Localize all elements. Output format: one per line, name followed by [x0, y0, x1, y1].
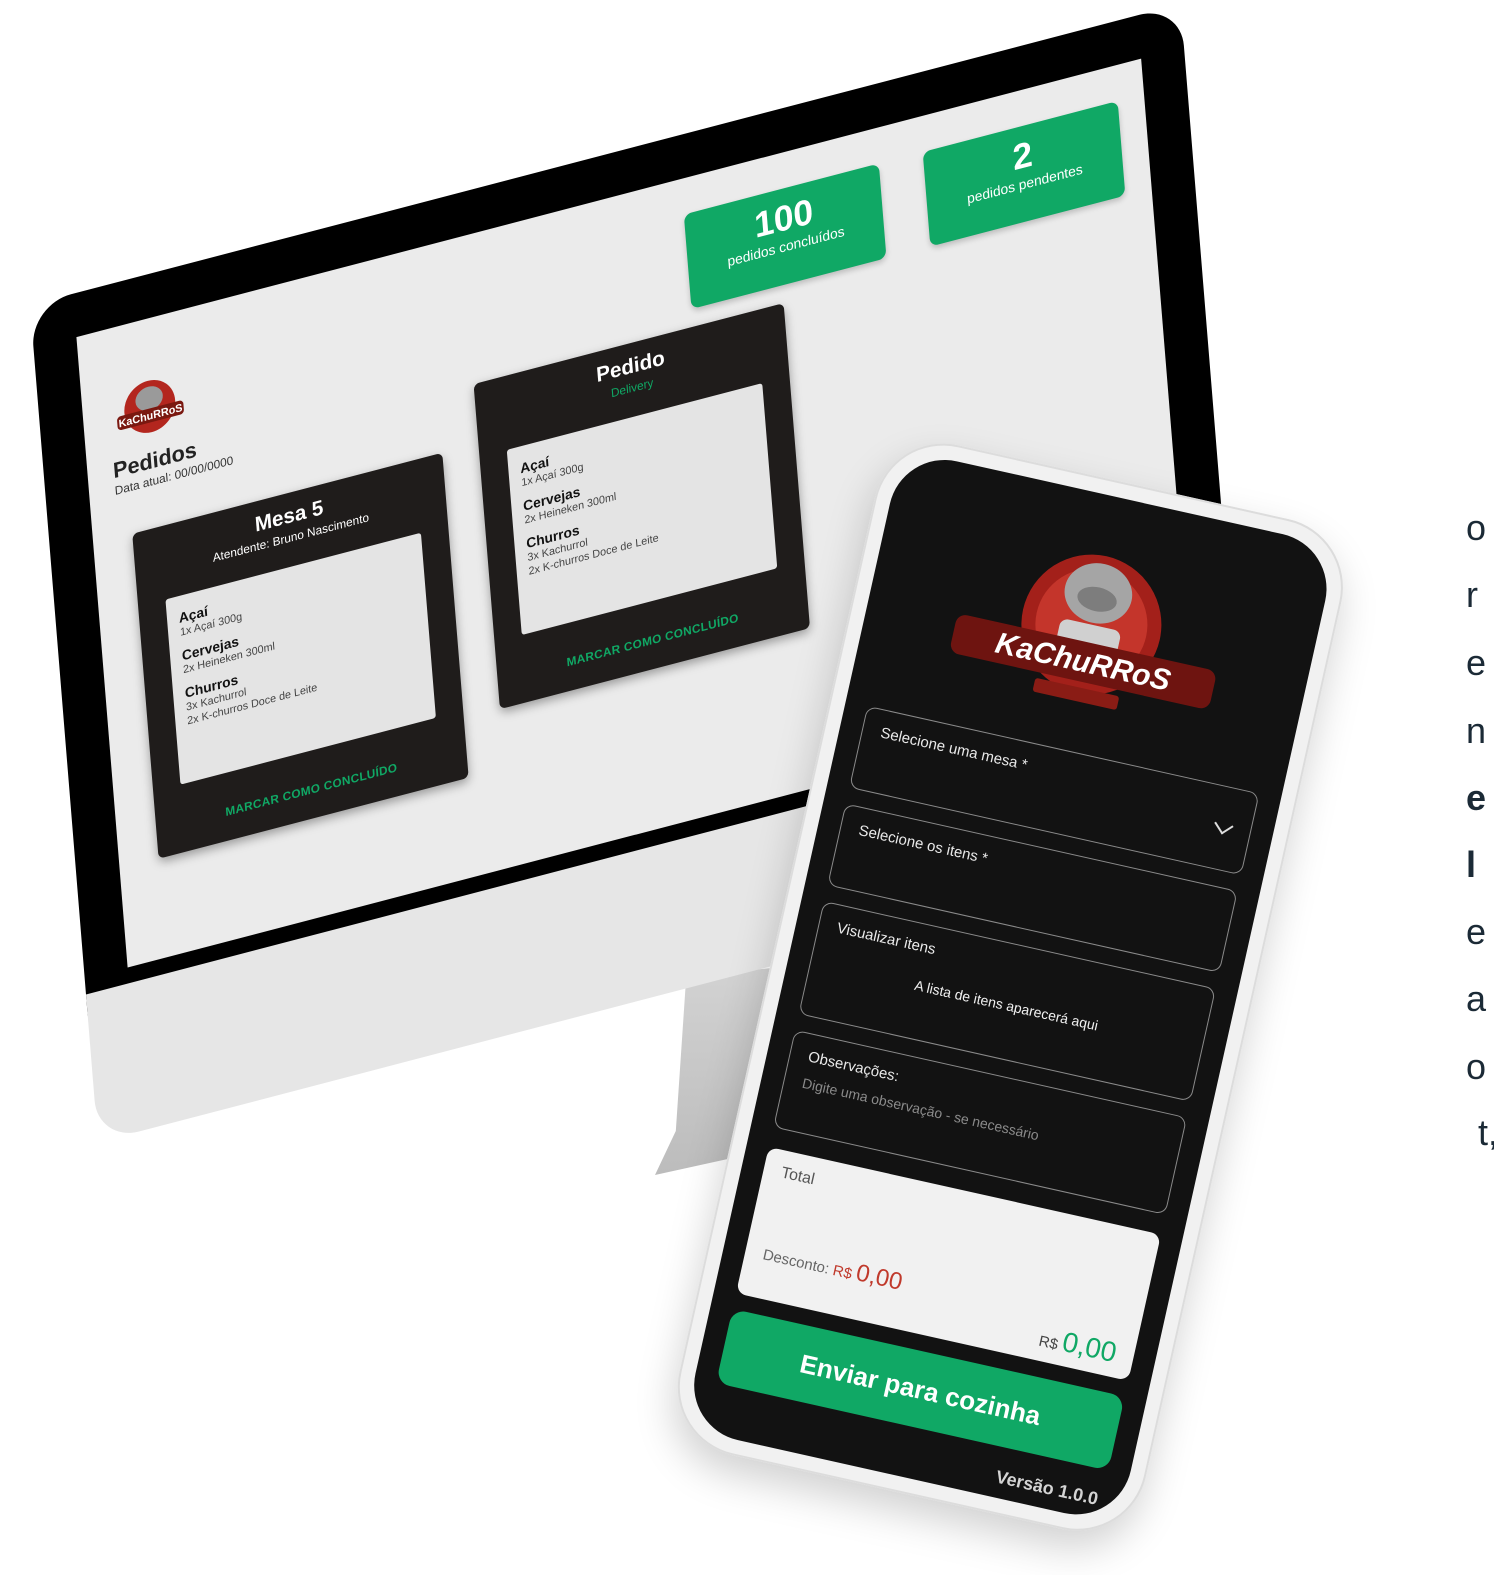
discount-label: Desconto: [761, 1246, 831, 1278]
stat-completed: 100 pedidos concluídos [683, 163, 887, 310]
table-select-label: Selecione uma mesa * [878, 724, 1030, 774]
discount-line: Desconto: R$ 0,00 [761, 1239, 905, 1297]
order-items: Açaí 1x Açaí 300g Cervejas 2x Heineken 3… [165, 532, 436, 785]
side-copy-fragment: o [1466, 1046, 1487, 1087]
side-copy-fragment: l [1466, 844, 1477, 885]
order-items: Açaí 1x Açaí 300g Cervejas 2x Heineken 3… [506, 383, 778, 636]
side-copy-fragment: t, [1478, 1112, 1494, 1153]
side-copy-fragment: n [1466, 710, 1487, 751]
side-copy-fragment: e [1466, 642, 1487, 683]
side-copy-fragment: o [1466, 507, 1487, 548]
discount-value: 0,00 [853, 1259, 906, 1296]
chevron-down-icon[interactable] [1214, 815, 1234, 835]
side-copy-fragment: e [1466, 911, 1487, 952]
discount-currency: R$ [831, 1262, 854, 1283]
total-value: 0,00 [1059, 1326, 1120, 1369]
app-version: Versão 1.0.0 [994, 1466, 1100, 1509]
items-select-label: Selecione os itens * [857, 822, 990, 868]
order-card: Mesa 5 Atendente: Bruno Nascimento Açaí … [132, 452, 469, 859]
brand-logo: KaChuRRoS [950, 554, 1216, 710]
total-currency: R$ [1037, 1332, 1060, 1354]
side-copy-fragment: a [1466, 978, 1487, 1019]
side-copy-fragment: r [1466, 574, 1478, 615]
total-line: R$ 0,00 [1037, 1321, 1120, 1369]
stat-pending: 2 pedidos pendentes [922, 101, 1126, 247]
order-card: Pedido Delivery Açaí 1x Açaí 300g Cervej… [473, 303, 810, 710]
brand-logo: KaChuRRoS [117, 380, 184, 433]
side-copy-fragment: e [1466, 777, 1487, 818]
